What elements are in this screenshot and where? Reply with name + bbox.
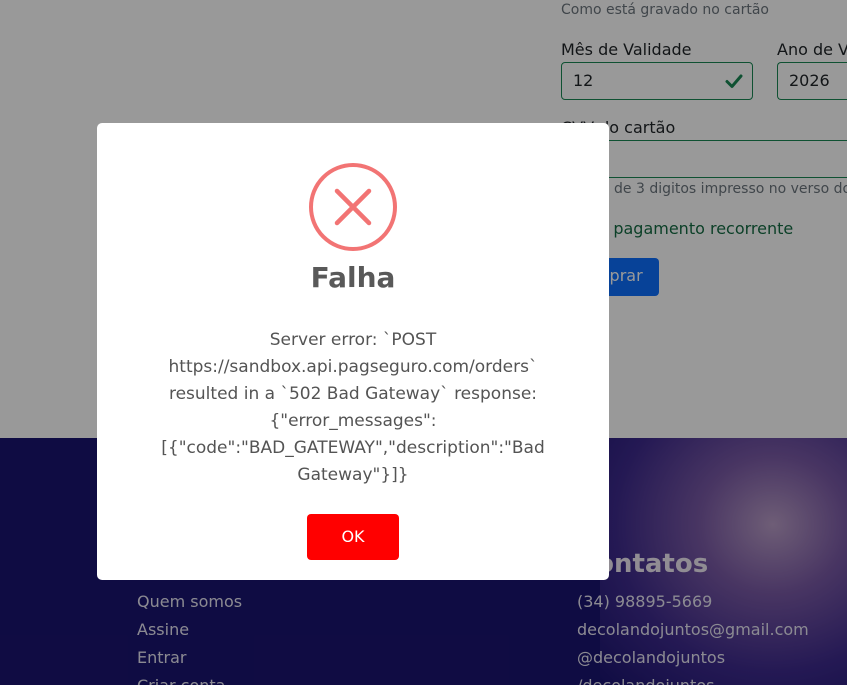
ok-button[interactable]: OK — [307, 514, 399, 560]
error-x-icon — [309, 163, 397, 251]
error-dialog: Falha Server error: `POST https://sandbo… — [97, 123, 609, 580]
dialog-title: Falha — [310, 261, 396, 294]
dialog-message: Server error: `POST https://sandbox.api.… — [161, 330, 545, 485]
